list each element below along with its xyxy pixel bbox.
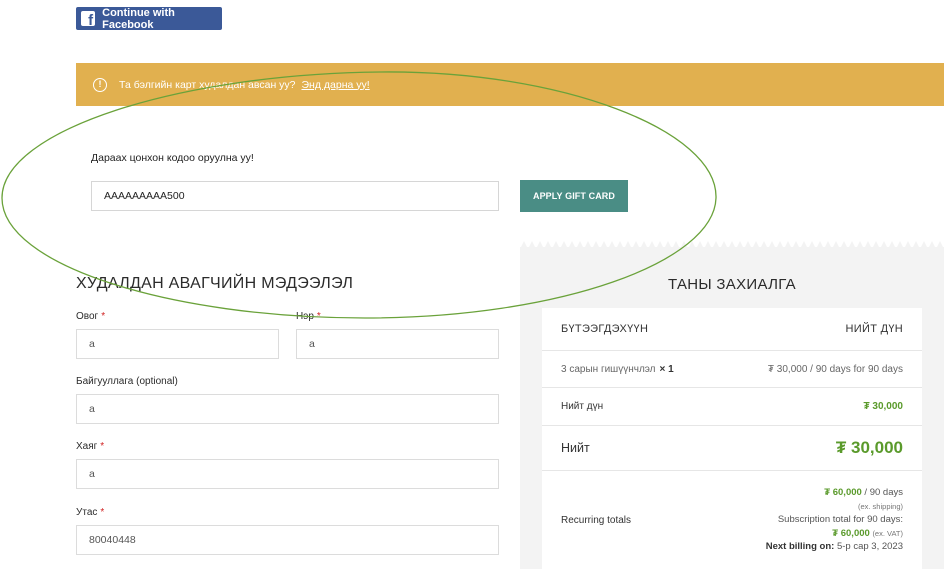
- address-input[interactable]: [76, 459, 499, 489]
- last-name-label: Овог *: [76, 311, 106, 322]
- recurring-details: ₮ 60,000 / 90 days (ex. shipping) Subscr…: [765, 487, 903, 553]
- product-column-header: БҮТЭЭГДЭХҮҮН: [561, 323, 649, 335]
- recurring-row: Recurring totals ₮ 60,000 / 90 days (ex.…: [542, 471, 922, 569]
- address-label: Хаяг *: [76, 441, 105, 452]
- order-title: ТАНЫ ЗАХИАЛГА: [667, 276, 796, 293]
- apply-gift-card-button[interactable]: APPLY GIFT CARD: [520, 180, 628, 212]
- notice-link[interactable]: Энд дарна уу!: [302, 79, 370, 91]
- recurring-totals-label: Recurring totals: [561, 514, 632, 526]
- first-name-input[interactable]: [296, 329, 499, 359]
- product-price: ₮ 30,000 / 90 days for 90 days: [767, 363, 903, 375]
- phone-label: Утас *: [76, 507, 105, 518]
- order-header-row: БҮТЭЭГДЭХҮҮН НИЙТ ДҮН: [542, 308, 922, 351]
- subtotal-row: Нийт дүн ₮ 30,000: [542, 388, 922, 426]
- gift-card-notice: ! Та бэлгийн карт худалдан авсан уу? Энд…: [76, 63, 944, 106]
- total-column-header: НИЙТ ДҮН: [845, 323, 903, 335]
- total-label: Нийт: [561, 441, 590, 455]
- total-row: Нийт ₮ 30,000: [542, 426, 922, 471]
- billing-title: ХУДАЛДАН АВАГЧИЙН МЭДЭЭЛЭЛ: [76, 275, 354, 292]
- gift-card-label: Дараах цонхон кодоо оруулна уу!: [91, 152, 254, 164]
- facebook-icon: f: [81, 11, 96, 26]
- facebook-button-label: Continue with Facebook: [102, 6, 175, 31]
- last-name-input[interactable]: [76, 329, 279, 359]
- continue-with-facebook-button[interactable]: f Continue with Facebook: [76, 6, 222, 31]
- order-item-row: 3 сарын гишүүнчлэл × 1 ₮ 30,000 / 90 days…: [542, 351, 922, 388]
- gift-card-input[interactable]: [91, 181, 499, 211]
- subtotal-label: Нийт дүн: [561, 401, 604, 412]
- company-input[interactable]: [76, 394, 499, 424]
- subtotal-value: ₮ 30,000: [863, 401, 903, 412]
- notice-text: Та бэлгийн карт худалдан авсан уу?: [119, 78, 296, 91]
- order-summary-card: БҮТЭЭГДЭХҮҮН НИЙТ ДҮН 3 сарын гишүүнчлэл…: [542, 308, 922, 569]
- company-label: Байгууллага (optional): [76, 376, 178, 387]
- total-value: ₮ 30,000: [835, 438, 903, 457]
- phone-input[interactable]: [76, 525, 499, 555]
- receipt-edge: [520, 241, 944, 249]
- first-name-label: Нэр *: [296, 311, 321, 322]
- product-name: 3 сарын гишүүнчлэл × 1: [561, 363, 674, 375]
- info-icon: !: [93, 77, 107, 92]
